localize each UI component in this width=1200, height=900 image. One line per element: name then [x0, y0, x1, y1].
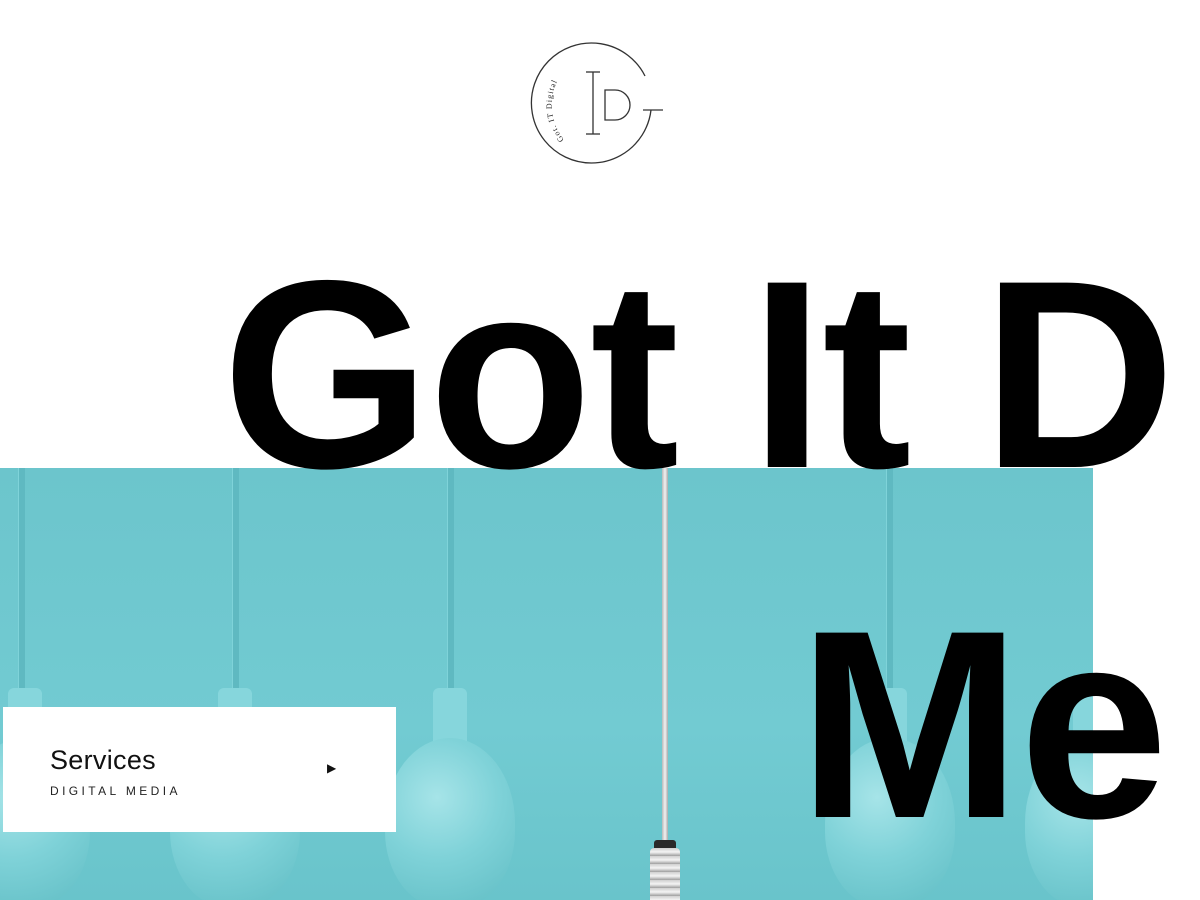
services-title: Services: [50, 745, 156, 775]
logo-mark-icon: Got. IT Digital: [530, 42, 663, 164]
bulb-cord: [18, 468, 25, 698]
hero-headline-line1: Got It D: [222, 224, 1176, 524]
site-logo[interactable]: Got. IT Digital ID: [525, 40, 670, 170]
services-subtitle: DIGITAL MEDIA: [50, 784, 181, 798]
logo-monogram: ID: [525, 170, 526, 171]
play-arrow-icon[interactable]: ▶: [327, 762, 336, 774]
page: Got. IT Digital ID: [0, 0, 1200, 900]
lightbulb-icon: [385, 688, 515, 900]
center-bulb-cord: [662, 468, 668, 853]
hero-headline-line2: Me: [798, 574, 1168, 874]
services-card[interactable]: Services DIGITAL MEDIA ▶: [3, 707, 396, 832]
logo-ring-text: Got. IT Digital: [545, 78, 566, 144]
center-bulb-socket: [650, 848, 680, 900]
